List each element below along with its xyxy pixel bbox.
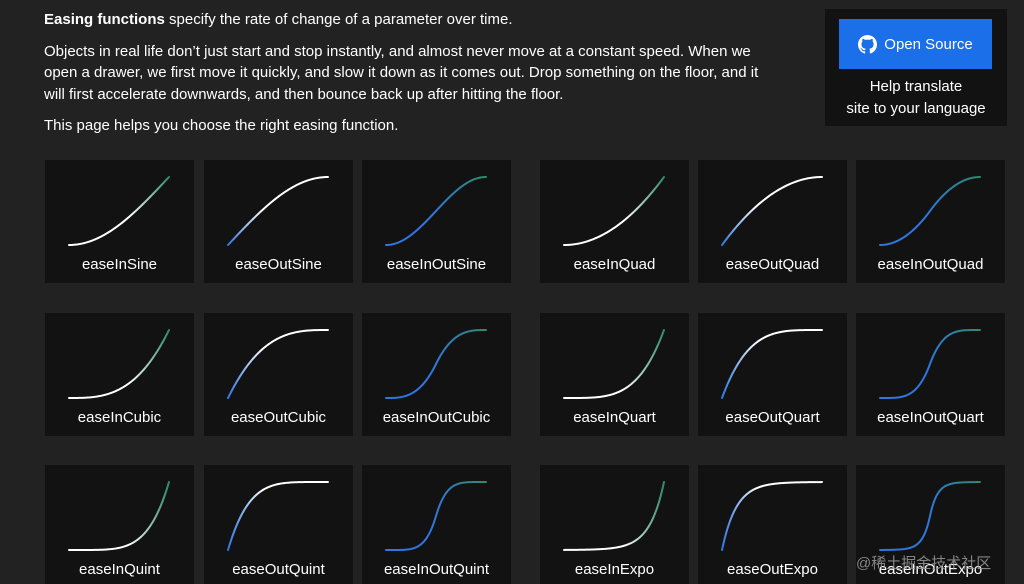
easing-curve-easeOutQuint	[227, 481, 329, 551]
easing-label: easeOutQuint	[232, 561, 325, 578]
easing-curve-easeInOutCubic	[385, 329, 487, 399]
easing-card-easeOutExpo[interactable]: easeOutExpo	[698, 465, 847, 584]
easing-path-easeInExpo	[563, 481, 665, 551]
easing-curve-easeOutExpo	[721, 481, 823, 551]
open-source-panel: Open Source Help translate site to your …	[825, 9, 1007, 126]
easing-path-easeInSine	[68, 176, 170, 246]
easing-card-easeOutQuart[interactable]: easeOutQuart	[698, 313, 847, 436]
easing-card-easeInQuad[interactable]: easeInQuad	[540, 160, 689, 283]
easing-path-easeInOutExpo	[879, 481, 981, 551]
easing-curve-easeOutQuart	[721, 329, 823, 399]
easing-curve-easeInOutSine	[385, 176, 487, 246]
easing-curve-easeInSine	[68, 176, 170, 246]
help-translate-link[interactable]: Help translate site to your language	[825, 76, 1007, 120]
easing-label: easeInOutQuart	[877, 409, 984, 426]
easing-card-easeInQuart[interactable]: easeInQuart	[540, 313, 689, 436]
intro-paragraph-2: Objects in real life don’t just start an…	[44, 42, 759, 103]
easing-label: easeInQuart	[573, 409, 656, 426]
easing-curve-easeInOutQuart	[879, 329, 981, 399]
easing-label: easeInOutQuad	[877, 256, 984, 273]
easing-card-easeOutQuad[interactable]: easeOutQuad	[698, 160, 847, 283]
easing-path-easeOutQuart	[721, 329, 823, 399]
intro-text: Easing functions specify the rate of cha…	[44, 9, 764, 137]
intro-lead: Easing functions specify the rate of cha…	[44, 9, 764, 31]
intro-lead-rest: specify the rate of change of a paramete…	[164, 11, 513, 28]
easing-label: easeInExpo	[574, 561, 655, 578]
easing-card-easeInOutQuint[interactable]: easeInOutQuint	[362, 465, 511, 584]
easing-path-easeInOutQuad	[879, 176, 981, 246]
easing-path-easeOutExpo	[721, 481, 823, 551]
easing-card-easeInCubic[interactable]: easeInCubic	[45, 313, 194, 436]
easing-label: easeInCubic	[77, 409, 162, 426]
help-line-2: site to your language	[846, 100, 986, 117]
easing-path-easeOutCubic	[227, 329, 329, 399]
easing-path-easeInCubic	[68, 329, 170, 399]
easing-label: easeInQuint	[79, 561, 160, 578]
easing-card-easeOutCubic[interactable]: easeOutCubic	[204, 313, 353, 436]
easing-curve-easeInOutQuint	[385, 481, 487, 551]
open-source-button[interactable]: Open Source	[839, 19, 992, 69]
easing-card-easeOutSine[interactable]: easeOutSine	[204, 160, 353, 283]
easing-curve-easeInQuint	[68, 481, 170, 551]
help-line-1: Help translate	[869, 78, 963, 95]
easing-path-easeInQuad	[563, 176, 665, 246]
easing-curve-easeOutSine	[227, 176, 329, 246]
easing-curve-easeOutQuad	[721, 176, 823, 246]
easing-card-easeInExpo[interactable]: easeInExpo	[540, 465, 689, 584]
easing-path-easeInQuint	[68, 481, 170, 551]
easing-curve-easeInOutExpo	[879, 481, 981, 551]
easing-curve-easeInQuad	[563, 176, 665, 246]
easing-curve-easeOutCubic	[227, 329, 329, 399]
easing-label: easeInOutQuint	[383, 561, 490, 578]
easing-label: easeInSine	[81, 256, 158, 273]
easing-curve-easeInQuart	[563, 329, 665, 399]
github-icon	[858, 34, 878, 54]
easing-label: easeOutExpo	[727, 561, 818, 578]
intro-bold-lead: Easing functions	[44, 11, 165, 28]
easing-path-easeOutSine	[227, 176, 329, 246]
easing-curve-easeInCubic	[68, 329, 170, 399]
easing-card-easeInQuint[interactable]: easeInQuint	[45, 465, 194, 584]
easing-label: easeOutCubic	[230, 409, 327, 426]
open-source-label: Open Source	[884, 35, 973, 53]
easing-card-easeInSine[interactable]: easeInSine	[45, 160, 194, 283]
easing-card-easeInOutCubic[interactable]: easeInOutCubic	[362, 313, 511, 436]
watermark: @稀土掘金技术社区	[856, 555, 992, 572]
easing-path-easeOutQuad	[721, 176, 823, 246]
easing-card-easeInOutQuart[interactable]: easeInOutQuart	[856, 313, 1005, 436]
easing-card-easeInOutQuad[interactable]: easeInOutQuad	[856, 160, 1005, 283]
easing-card-easeInOutSine[interactable]: easeInOutSine	[362, 160, 511, 283]
easing-path-easeInOutCubic	[385, 329, 487, 399]
easing-label: easeOutQuart	[725, 409, 820, 426]
easings-page: Easing functions specify the rate of cha…	[0, 0, 1024, 584]
easing-curve-easeInExpo	[563, 481, 665, 551]
easing-label: easeInQuad	[573, 256, 656, 273]
easing-path-easeInQuart	[563, 329, 665, 399]
easing-label: easeInOutSine	[386, 256, 487, 273]
easing-label: easeInOutCubic	[382, 409, 491, 426]
easing-path-easeInOutQuart	[879, 329, 981, 399]
easing-path-easeOutQuint	[227, 481, 329, 551]
easing-label: easeOutSine	[235, 256, 322, 273]
easing-curve-easeInOutQuad	[879, 176, 981, 246]
intro-paragraph-3: This page helps you choose the right eas…	[44, 117, 399, 134]
easing-path-easeInOutQuint	[385, 481, 487, 551]
easing-path-easeInOutSine	[385, 176, 487, 246]
easing-card-easeOutQuint[interactable]: easeOutQuint	[204, 465, 353, 584]
easing-label: easeOutQuad	[725, 256, 820, 273]
